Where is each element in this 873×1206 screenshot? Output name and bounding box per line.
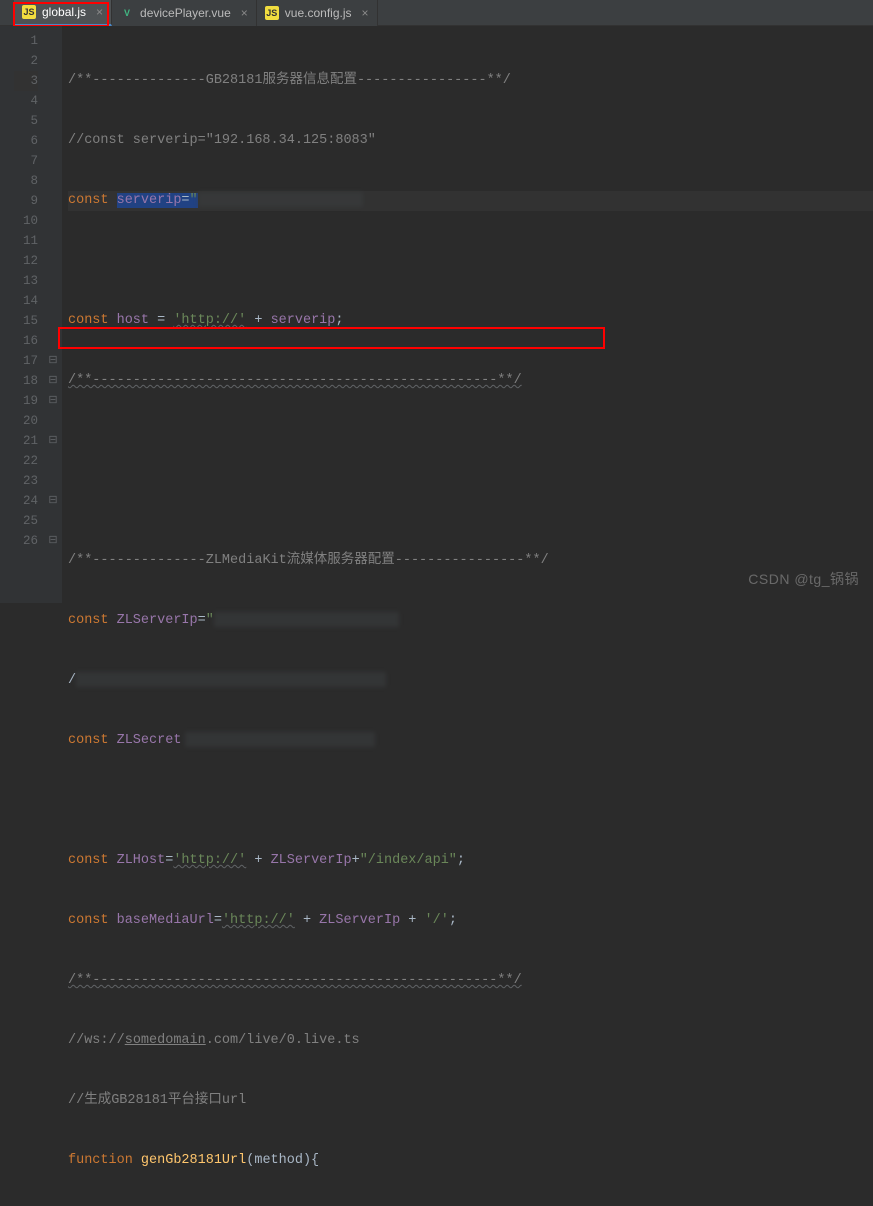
gutter-margin: [0, 26, 14, 603]
fold-marker[interactable]: ⊟: [44, 531, 62, 551]
line-number: 16: [14, 331, 38, 351]
line-number: 2: [14, 51, 38, 71]
tab-deviceplayer[interactable]: V devicePlayer.vue ×: [112, 0, 257, 26]
close-icon[interactable]: ×: [241, 6, 248, 20]
fold-marker[interactable]: [44, 511, 62, 531]
fold-marker[interactable]: ⊟: [44, 491, 62, 511]
fold-gutter: ⊟⊟⊟⊟⊟⊟: [44, 26, 62, 603]
line-number: 14: [14, 291, 38, 311]
line-number: 10: [14, 211, 38, 231]
line-number: 4: [14, 91, 38, 111]
line-number-gutter: 1234567891011121314151617181920212223242…: [14, 26, 44, 603]
line-number: 5: [14, 111, 38, 131]
fold-marker[interactable]: ⊟: [44, 371, 62, 391]
fold-marker[interactable]: [44, 451, 62, 471]
tab-bar: JS global.js × V devicePlayer.vue × JS v…: [0, 0, 873, 26]
fold-marker[interactable]: [44, 231, 62, 251]
line-number: 26: [14, 531, 38, 551]
fold-marker[interactable]: [44, 311, 62, 331]
line-number: 22: [14, 451, 38, 471]
tab-label: vue.config.js: [285, 6, 352, 20]
fold-marker[interactable]: [44, 251, 62, 271]
line-number: 25: [14, 511, 38, 531]
close-icon[interactable]: ×: [362, 6, 369, 20]
fold-marker[interactable]: [44, 131, 62, 151]
fold-marker[interactable]: [44, 291, 62, 311]
line-number: 6: [14, 131, 38, 151]
line-number: 21: [14, 431, 38, 451]
line-number: 9: [14, 191, 38, 211]
fold-marker[interactable]: [44, 51, 62, 71]
line-number: 15: [14, 311, 38, 331]
js-icon: JS: [265, 6, 279, 20]
fold-marker[interactable]: [44, 271, 62, 291]
line-number: 24: [14, 491, 38, 511]
fold-marker[interactable]: [44, 471, 62, 491]
fold-marker[interactable]: ⊟: [44, 431, 62, 451]
fold-marker[interactable]: [44, 411, 62, 431]
fold-marker[interactable]: ⊟: [44, 391, 62, 411]
tab-label: devicePlayer.vue: [140, 6, 231, 20]
line-number: 3: [14, 71, 38, 91]
line-number: 18: [14, 371, 38, 391]
line-number: 19: [14, 391, 38, 411]
line-number: 20: [14, 411, 38, 431]
vue-icon: V: [120, 6, 134, 20]
fold-marker[interactable]: [44, 31, 62, 51]
tab-label: global.js: [42, 5, 86, 19]
js-icon: JS: [22, 5, 36, 19]
line-number: 23: [14, 471, 38, 491]
fold-marker[interactable]: [44, 211, 62, 231]
code-editor[interactable]: 1234567891011121314151617181920212223242…: [0, 26, 873, 603]
line-number: 12: [14, 251, 38, 271]
fold-marker[interactable]: [44, 111, 62, 131]
fold-marker[interactable]: [44, 331, 62, 351]
tab-vueconfig[interactable]: JS vue.config.js ×: [257, 0, 378, 26]
fold-marker[interactable]: [44, 91, 62, 111]
line-number: 8: [14, 171, 38, 191]
line-number: 1: [14, 31, 38, 51]
line-number: 11: [14, 231, 38, 251]
fold-marker[interactable]: [44, 191, 62, 211]
close-icon[interactable]: ×: [96, 5, 103, 19]
fold-marker[interactable]: [44, 71, 62, 91]
watermark: CSDN @tg_锅锅: [748, 569, 859, 589]
tab-global-js[interactable]: JS global.js ×: [14, 0, 112, 26]
line-number: 13: [14, 271, 38, 291]
line-number: 17: [14, 351, 38, 371]
fold-marker[interactable]: [44, 171, 62, 191]
line-number: 7: [14, 151, 38, 171]
fold-marker[interactable]: ⊟: [44, 351, 62, 371]
fold-marker[interactable]: [44, 151, 62, 171]
code-area[interactable]: /**--------------GB28181服务器信息配置---------…: [62, 26, 873, 603]
